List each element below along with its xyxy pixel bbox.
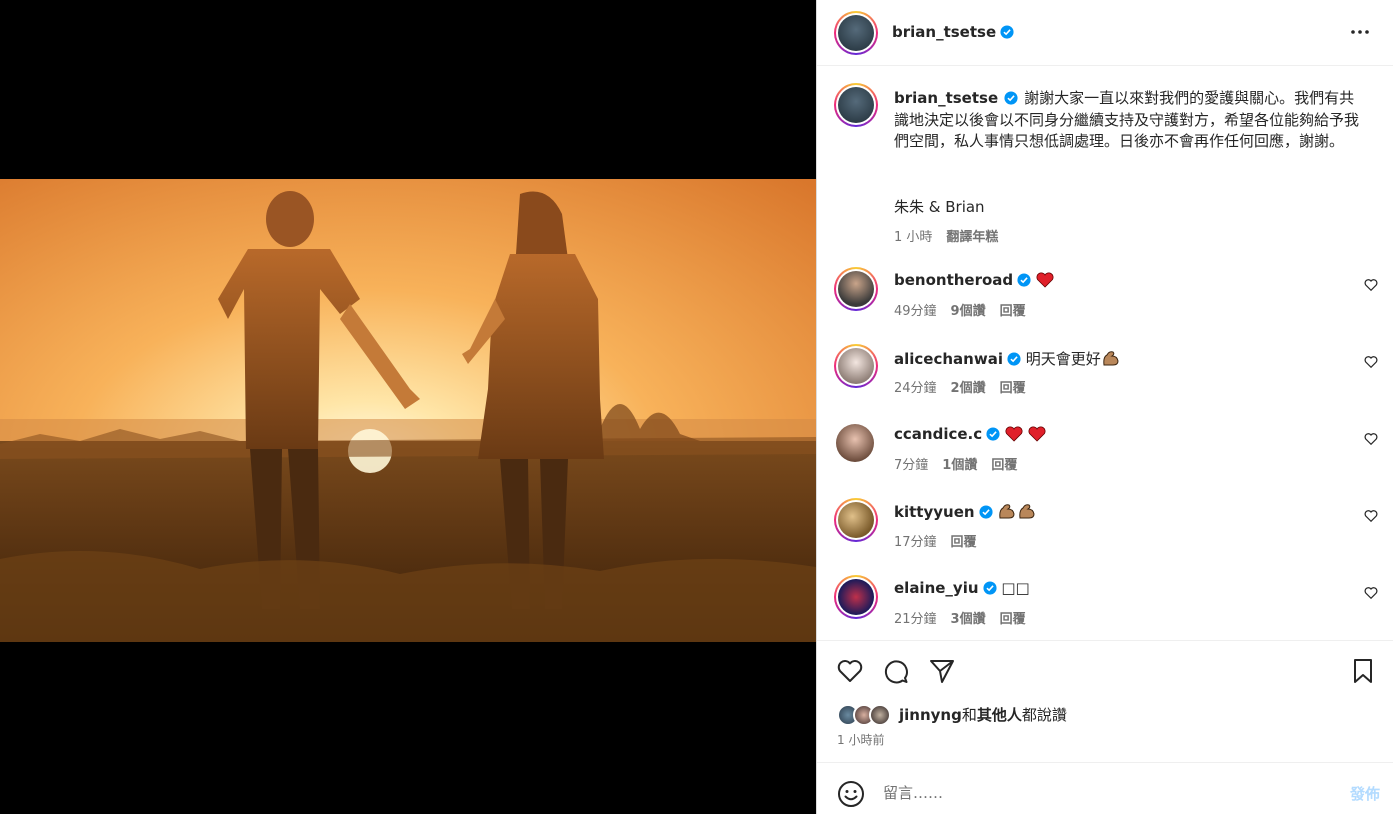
commenter-username[interactable]: elaine_yiu [894, 579, 979, 597]
verified-badge-icon [1004, 91, 1018, 105]
liked-by-user[interactable]: jinnyng [899, 706, 962, 724]
liked-by-text: jinnyng和其他人都說讚 [899, 704, 1067, 725]
post-time[interactable]: 1 小時前 [837, 731, 884, 748]
post-side-panel: brian_tsetse brian_tsetse 謝謝大家一直以來對我們的愛護與… [816, 0, 1393, 814]
commenter-avatar[interactable] [834, 344, 878, 388]
comment-item: alicechanwai 明天會更好 24分鐘 2個讚 回覆 [817, 344, 1393, 414]
verified-badge-icon [982, 581, 997, 595]
comment-likes[interactable]: 3個讚 [951, 612, 986, 627]
caption-author-avatar[interactable] [834, 83, 878, 127]
commenter-avatar[interactable] [836, 424, 874, 462]
verified-badge-icon [1007, 352, 1021, 366]
verified-badge-icon [1000, 25, 1014, 39]
sunset-couple-image [0, 179, 816, 642]
caption-author-username[interactable]: brian_tsetse [894, 89, 998, 107]
save-bookmark-icon[interactable] [1349, 657, 1377, 685]
caption-time[interactable]: 1 小時 [894, 230, 932, 245]
commenter-avatar[interactable] [834, 498, 878, 542]
liker-avatar [869, 704, 891, 726]
comment-input[interactable] [883, 777, 1313, 809]
comment-item: elaine_yiu □□ 21分鐘 3個讚 回覆 [817, 575, 1393, 645]
comment-time[interactable]: 17分鐘 [894, 535, 937, 550]
like-heart-icon[interactable] [836, 657, 864, 685]
comment-likes[interactable]: 1個讚 [942, 458, 977, 473]
commenter-username[interactable]: alicechanwai [894, 350, 1003, 368]
red-heart-emoji-icon [1028, 426, 1046, 442]
reply-button[interactable]: 回覆 [1000, 381, 1026, 396]
comment-composer: 發佈 [817, 762, 1393, 814]
comment-like-heart-icon[interactable] [1364, 432, 1378, 446]
verified-badge-icon [1017, 273, 1031, 287]
comment-time[interactable]: 24分鐘 [894, 381, 937, 396]
verified-badge-icon [978, 505, 993, 519]
comment-item: ccandice.c 7分鐘 1個讚 回覆 [817, 421, 1393, 491]
post-actions: jinnyng和其他人都說讚 1 小時前 [817, 640, 1393, 762]
red-heart-emoji-icon [1036, 272, 1054, 288]
red-heart-emoji-icon [1005, 426, 1023, 442]
caption-signature: 朱朱 & Brian [894, 198, 985, 216]
comment-time[interactable]: 49分鐘 [894, 304, 937, 319]
comment-like-heart-icon[interactable] [1364, 509, 1378, 523]
comment-likes[interactable]: 9個讚 [951, 304, 986, 319]
flexed-biceps-emoji-icon [999, 504, 1015, 519]
comment-time[interactable]: 21分鐘 [894, 612, 937, 627]
translate-button[interactable]: 翻譯年糕 [946, 230, 998, 245]
reply-button[interactable]: 回覆 [1000, 612, 1026, 627]
liked-by-others[interactable]: 其他人 [977, 706, 1022, 724]
comment-text: □□ [1001, 579, 1030, 597]
liked-by-suffix: 都說讚 [1021, 706, 1067, 724]
author-avatar[interactable] [834, 11, 878, 55]
share-send-icon[interactable] [928, 657, 956, 685]
post-photo[interactable] [0, 179, 816, 642]
liked-by-connector: 和 [961, 706, 977, 724]
comment-like-heart-icon[interactable] [1364, 355, 1378, 369]
flexed-biceps-emoji-icon [1103, 351, 1119, 366]
reply-button[interactable]: 回覆 [991, 458, 1017, 473]
commenter-username[interactable]: ccandice.c [894, 425, 982, 443]
comment-text: 明天會更好 [1025, 350, 1101, 368]
verified-badge-icon [986, 427, 1000, 441]
comment-like-heart-icon[interactable] [1364, 278, 1378, 292]
comment-item: benontheroad 49分鐘 9個讚 回覆 [817, 267, 1393, 337]
commenter-avatar[interactable] [834, 267, 878, 311]
comment-item: kittyyuen 17分鐘 回覆 [817, 498, 1393, 568]
flexed-biceps-emoji-icon [1019, 504, 1035, 519]
commenter-username[interactable]: benontheroad [894, 271, 1013, 289]
emoji-picker-icon[interactable] [837, 780, 865, 808]
comment-time[interactable]: 7分鐘 [894, 458, 928, 473]
post-media-pane [0, 0, 816, 814]
reply-button[interactable]: 回覆 [1000, 304, 1026, 319]
more-options-icon[interactable] [1348, 22, 1372, 42]
post-header: brian_tsetse [817, 0, 1393, 66]
comment-like-heart-icon[interactable] [1364, 586, 1378, 600]
commenter-username[interactable]: kittyyuen [894, 503, 975, 521]
reply-button[interactable]: 回覆 [951, 535, 977, 550]
author-username[interactable]: brian_tsetse [892, 23, 996, 41]
commenter-avatar[interactable] [834, 575, 878, 619]
comment-bubble-icon[interactable] [882, 657, 910, 685]
comment-likes[interactable]: 2個讚 [951, 381, 986, 396]
post-comment-button[interactable]: 發佈 [1350, 783, 1380, 804]
